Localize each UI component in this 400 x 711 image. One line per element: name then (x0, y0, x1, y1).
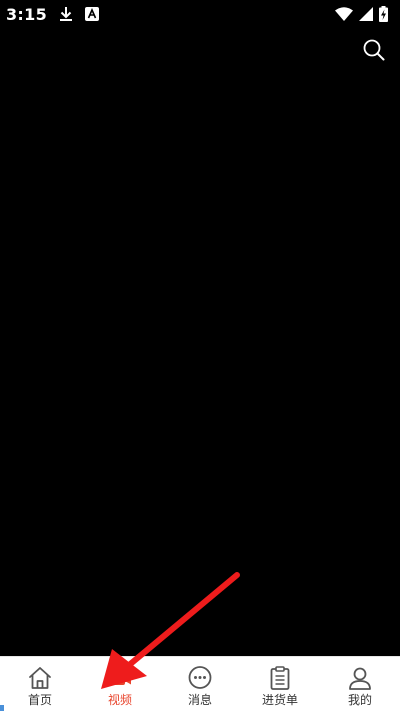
nav-label-purchase-list: 进货单 (261, 692, 298, 707)
nav-label-video: 视频 (107, 692, 132, 707)
nav-item-profile[interactable]: 我的 (320, 657, 400, 711)
status-left: 3:15 (6, 5, 99, 24)
corner-mark (0, 705, 4, 711)
video-icon (106, 664, 134, 692)
nav-label-profile: 我的 (347, 692, 372, 707)
app-screen: 3:15 首页 视频 消息 进货单 我的 (0, 0, 400, 711)
chat-bubble-icon (186, 664, 214, 692)
user-icon (346, 664, 374, 692)
download-icon (59, 6, 73, 22)
a-letter-icon (85, 7, 99, 21)
nav-label-messages: 消息 (187, 692, 212, 707)
nav-label-home: 首页 (27, 692, 52, 707)
video-feed-area[interactable] (0, 28, 400, 656)
signal-icon (359, 7, 373, 21)
status-time: 3:15 (6, 4, 47, 24)
wifi-icon (335, 7, 353, 21)
bottom-nav: 首页 视频 消息 进货单 我的 (0, 656, 400, 711)
nav-item-video[interactable]: 视频 (80, 657, 160, 711)
nav-item-home[interactable]: 首页 (0, 657, 80, 711)
clipboard-icon (266, 664, 294, 692)
search-button[interactable] (360, 36, 388, 64)
battery-charging-icon (379, 6, 388, 22)
nav-item-messages[interactable]: 消息 (160, 657, 240, 711)
search-icon (363, 39, 385, 61)
status-right (335, 6, 388, 22)
home-icon (26, 664, 54, 692)
status-bar: 3:15 (0, 0, 400, 28)
nav-item-purchase-list[interactable]: 进货单 (240, 657, 320, 711)
